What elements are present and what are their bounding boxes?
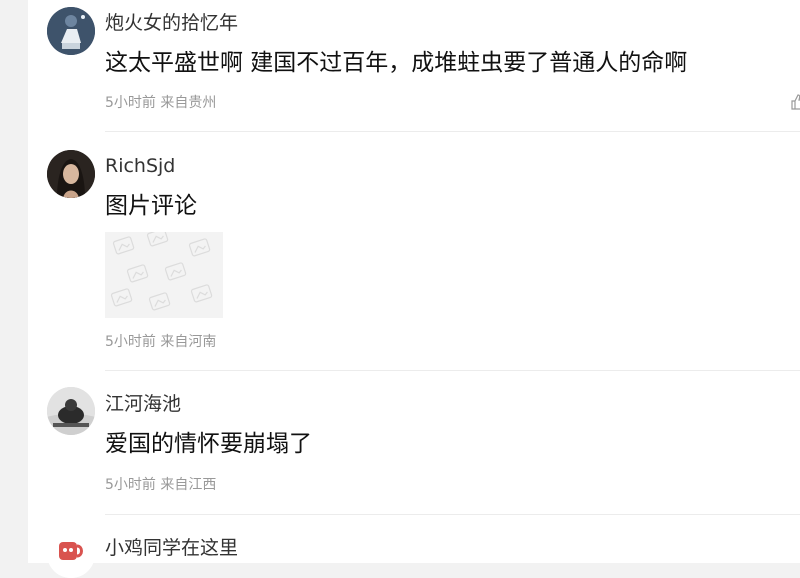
divider [105,370,800,371]
divider [105,514,800,515]
comment-text: 爱国的情怀要崩塌了 [105,431,312,457]
avatar-image [47,7,95,55]
comment-list: 炮火女的拾忆年 这太平盛世啊 建国不过百年，成堆蛀虫要了普通人的命啊 5小时前 … [28,0,800,578]
avatar-image [47,530,95,578]
username[interactable]: 江河海池 [105,392,181,416]
avatar[interactable] [47,150,95,198]
avatar[interactable] [47,530,95,578]
comment-meta: 5小时前 来自贵州 [105,94,216,112]
avatar[interactable] [47,387,95,435]
username[interactable]: 炮火女的拾忆年 [105,11,238,35]
avatar-image [47,387,95,435]
comment-time: 5小时前 [105,334,156,350]
avatar-image [47,150,95,198]
comment-time: 5小时前 [105,477,156,493]
comment-location: 来自河南 [160,334,217,350]
comment-location: 来自江西 [160,477,217,493]
comment-meta: 5小时前 来自河南 [105,333,216,351]
comment-text: 这太平盛世啊 建国不过百年，成堆蛀虫要了普通人的命啊 [105,50,688,76]
comment-time: 5小时前 [105,95,156,111]
username[interactable]: RichSjd [105,154,175,178]
comment-text: 图片评论 [105,193,197,219]
comment-location: 来自贵州 [160,95,217,111]
comment-image[interactable] [105,232,223,318]
divider [105,131,800,132]
image-placeholder-icon [105,232,223,318]
avatar[interactable] [47,7,95,55]
thumbs-up-icon[interactable] [791,94,800,110]
comment-meta: 5小时前 来自江西 [105,476,216,494]
username[interactable]: 小鸡同学在这里 [105,536,238,560]
